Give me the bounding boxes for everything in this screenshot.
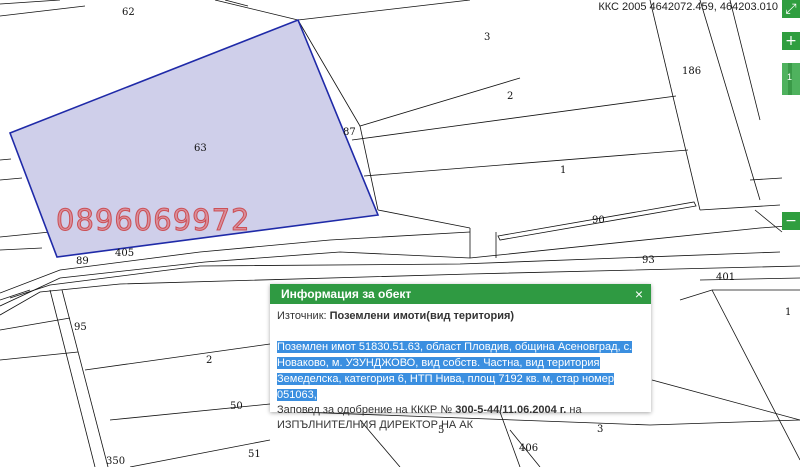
parcel-number-label: 2: [206, 355, 212, 366]
parcel-number-label: 87: [343, 127, 356, 138]
parcel-number-label: 186: [682, 66, 701, 77]
parcel-number-label: 51: [248, 449, 261, 460]
decree-prefix: Заповед за одобрение на КККР №: [277, 404, 453, 416]
parcel-number-label: 90: [592, 215, 605, 226]
popup-body: Източник: Поземлени имоти(вид територия)…: [270, 304, 651, 433]
decree-line: Заповед за одобрение на КККР № 300-5-44/…: [277, 403, 644, 433]
source-value: Поземлени имоти(вид територия): [329, 310, 515, 322]
zoom-slider[interactable]: 1: [782, 63, 800, 95]
plus-icon: +: [785, 33, 797, 49]
zoom-in-button[interactable]: +: [782, 32, 800, 50]
parcel-number-label: 95: [74, 322, 87, 333]
parcel-number-label: 1: [785, 307, 791, 318]
parcel-number-label: 3: [484, 32, 490, 43]
parcel-number-label: 405: [115, 248, 134, 259]
coordinate-readout: ККС 2005 4642072.459, 464203.010: [598, 1, 778, 13]
close-icon[interactable]: ×: [635, 284, 643, 304]
zoom-out-button[interactable]: −: [782, 212, 800, 230]
parcel-number-label: 401: [716, 272, 735, 283]
parcel-number-label: 89: [76, 256, 89, 267]
popup-title: Информация за обект: [281, 287, 412, 301]
parcel-number-label: 93: [642, 255, 655, 266]
source-line: Източник: Поземлени имоти(вид територия): [277, 310, 644, 322]
parcel-number-label: 50: [230, 401, 243, 412]
parcel-number-label: 62: [122, 7, 135, 18]
phone-watermark: 0896069972: [56, 203, 251, 238]
source-label: Източник:: [277, 310, 327, 322]
decree-number: 300-5-44/11.06.2004 г.: [455, 404, 567, 416]
parcel-description-text[interactable]: Поземлен имот 51830.51.63, област Пловди…: [277, 341, 633, 401]
parcel-number-label: 350: [106, 456, 125, 467]
fullscreen-button[interactable]: ⤢: [782, 0, 800, 18]
object-info-popup: Информация за обект × Източник: Поземлен…: [270, 284, 651, 431]
parcel-number-label: 406: [519, 443, 538, 454]
minus-icon: −: [785, 213, 797, 229]
parcel-number-label: 2: [507, 91, 513, 102]
parcel-description: Поземлен имот 51830.51.63, област Пловди…: [277, 339, 644, 403]
parcel-number-label: 1: [560, 165, 566, 176]
parcel-number-label: 63: [194, 143, 207, 154]
popup-header: Информация за обект ×: [270, 284, 651, 304]
expand-icon: ⤢: [785, 1, 797, 17]
zoom-level: 1: [787, 72, 793, 82]
